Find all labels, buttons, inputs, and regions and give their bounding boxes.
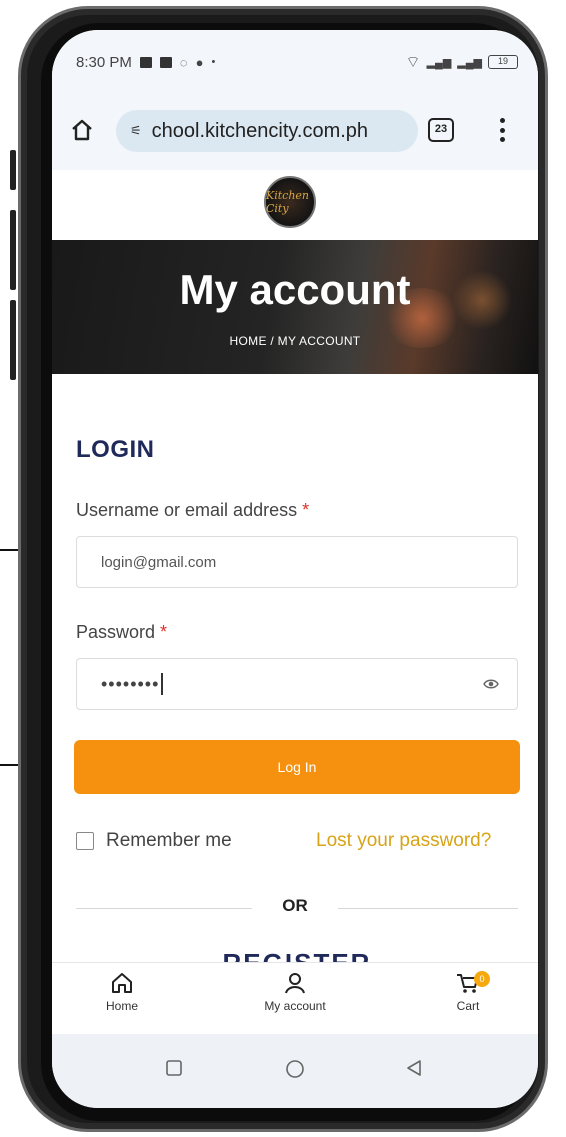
phone-screen: 8:30 PM ◌ ● • ⌔ ▂▄▆ ▂▄▆ 19 ⚟ chool.kitch…	[52, 30, 538, 1108]
messenger-icon: ●	[195, 54, 204, 70]
divider	[76, 908, 252, 909]
signal-icon: ▂▄▆	[426, 56, 452, 69]
breadcrumb: HOME / MY ACCOUNT	[229, 334, 361, 348]
system-navigation-bar	[52, 1034, 538, 1108]
wifi-icon: ⌔	[405, 54, 421, 71]
username-value: login@gmail.com	[101, 553, 217, 571]
browser-toolbar: ⚟ chool.kitchencity.com.ph 23	[52, 94, 538, 170]
password-value: ••••••••	[101, 673, 160, 694]
phone-side-button	[10, 210, 16, 290]
remember-me-label: Remember me	[106, 830, 232, 851]
more-dot-icon: •	[211, 56, 216, 68]
show-password-icon[interactable]	[483, 676, 499, 692]
notification-icon	[139, 56, 152, 68]
bottom-navigation: Home My account 0 Cart	[52, 962, 538, 1034]
remember-me[interactable]: Remember me	[76, 830, 232, 852]
browser-menu-icon[interactable]	[500, 118, 506, 142]
site-settings-icon[interactable]: ⚟	[130, 123, 142, 139]
nav-item-my-account[interactable]: My account	[245, 971, 345, 1013]
page-hero: My account HOME / MY ACCOUNT	[52, 240, 538, 374]
site-logo[interactable]: Kitchen City	[264, 176, 316, 228]
home-icon[interactable]	[70, 118, 94, 142]
battery-icon: 19	[488, 55, 518, 69]
back-icon[interactable]	[404, 1058, 424, 1078]
remember-me-checkbox[interactable]	[76, 832, 94, 850]
home-nav-icon[interactable]	[284, 1058, 306, 1080]
nav-item-home[interactable]: Home	[72, 971, 172, 1013]
nav-label-my-account: My account	[264, 999, 326, 1013]
cart-count-badge: 0	[474, 971, 490, 987]
url-text: chool.kitchencity.com.ph	[151, 119, 369, 142]
lost-password-link[interactable]: Lost your password?	[316, 830, 491, 852]
username-input[interactable]: login@gmail.com	[76, 536, 518, 588]
tab-switcher-button[interactable]: 23	[428, 118, 454, 142]
login-heading: LOGIN	[76, 436, 155, 463]
password-input[interactable]: ••••••••	[76, 658, 518, 710]
login-button[interactable]: Log In	[74, 740, 520, 794]
notification-icon	[159, 56, 172, 68]
text-cursor	[161, 673, 163, 695]
home-icon	[112, 973, 132, 993]
phone-side-button	[10, 300, 16, 380]
address-bar[interactable]: ⚟ chool.kitchencity.com.ph	[116, 110, 418, 152]
or-divider-label: OR	[282, 896, 308, 915]
signal-icon: ▂▄▆	[457, 56, 482, 69]
username-label: Username or email address *	[76, 500, 310, 520]
nav-label-home: Home	[105, 999, 138, 1013]
user-icon	[285, 973, 305, 994]
logo-text: Kitchen City	[266, 189, 309, 215]
password-label: Password *	[76, 622, 168, 642]
nav-label-cart: Cart	[456, 999, 480, 1013]
status-bar: 8:30 PM ◌ ● • ⌔ ▂▄▆ ▂▄▆ 19	[52, 30, 538, 94]
whatsapp-icon: ◌	[179, 54, 188, 70]
nav-item-cart[interactable]: 0 Cart	[418, 971, 518, 1013]
phone-side-button	[10, 150, 16, 190]
divider	[338, 908, 518, 909]
page-title: My account	[179, 266, 411, 313]
recent-apps-icon[interactable]	[164, 1058, 184, 1078]
status-time: 8:30 PM	[76, 53, 132, 71]
